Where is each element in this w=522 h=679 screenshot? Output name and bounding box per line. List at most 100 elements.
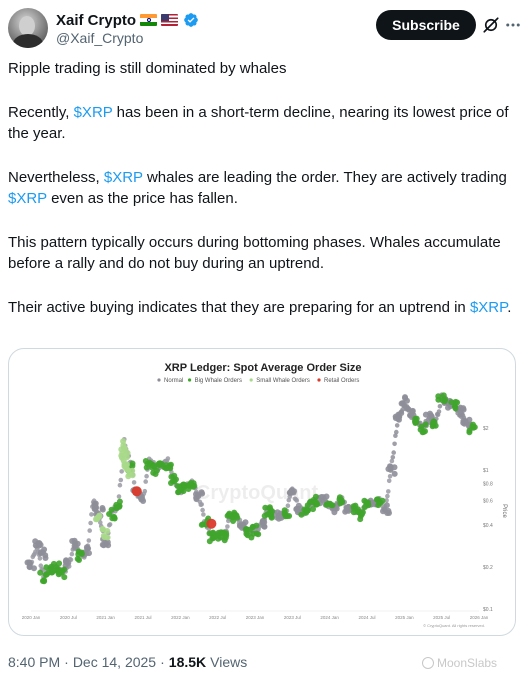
price-point <box>294 498 300 503</box>
data-point <box>37 569 44 576</box>
chart-image[interactable]: XRP Ledger: Spot Average Order Size Norm… <box>8 348 516 636</box>
data-point <box>261 512 268 519</box>
data-point <box>42 555 49 561</box>
price-point <box>116 494 122 499</box>
data-point <box>314 501 321 508</box>
data-point <box>61 574 68 581</box>
data-point <box>58 567 65 574</box>
grok-icon[interactable] <box>482 16 500 34</box>
data-point <box>111 514 118 521</box>
data-point <box>131 486 142 497</box>
data-point <box>357 516 364 523</box>
data-point <box>452 405 459 412</box>
data-point <box>63 557 70 564</box>
y-tick-label: $0.6 <box>483 499 493 505</box>
price-point <box>86 538 92 543</box>
data-point <box>470 421 476 428</box>
price-point <box>144 473 149 479</box>
tweet-paragraph: Recently, $XRP has been in a short-term … <box>8 102 514 145</box>
data-point <box>99 505 106 511</box>
more-options-icon[interactable] <box>504 16 522 34</box>
chart-title: XRP Ledger: Spot Average Order Size <box>164 362 361 374</box>
data-point <box>448 399 455 406</box>
data-point <box>180 481 187 488</box>
tweet-text-segment: even as the price has fallen. <box>46 190 238 207</box>
tweet-paragraph: This pattern typically occurs during bot… <box>8 232 514 275</box>
views-label: Views <box>210 654 248 670</box>
avatar-face <box>19 16 35 36</box>
price-point <box>142 488 148 494</box>
moonslabs-watermark: MoonSlabs <box>422 656 497 670</box>
display-name[interactable]: Xaif Crypto <box>56 12 136 29</box>
price-point <box>394 429 399 435</box>
legend-swatch <box>188 378 192 382</box>
x-tick-label: 2026 Jan <box>470 615 489 620</box>
data-point <box>396 416 402 423</box>
data-point <box>36 542 42 549</box>
data-point <box>99 541 106 548</box>
data-point <box>71 542 78 549</box>
user-handle[interactable]: @Xaif_Crypto <box>56 30 143 46</box>
data-point <box>381 506 388 513</box>
moonslabs-logo-icon <box>422 657 434 669</box>
tweet-text-segment: This pattern typically occurs during bot… <box>8 233 501 273</box>
price-point <box>69 551 75 557</box>
price-point <box>390 455 396 460</box>
cashtag-link[interactable]: $XRP <box>74 104 113 121</box>
price-point <box>391 450 397 455</box>
price-point <box>143 479 148 484</box>
x-tick-label: 2024 Jan <box>320 615 339 620</box>
legend-swatch <box>249 378 253 382</box>
price-point <box>89 512 94 517</box>
data-point <box>377 500 384 507</box>
data-point <box>206 518 217 529</box>
data-point <box>405 406 412 413</box>
data-point <box>152 471 159 477</box>
x-tick-label: 2023 Jan <box>246 615 265 620</box>
price-point <box>165 456 171 461</box>
price-point <box>386 478 392 484</box>
data-point <box>391 470 398 477</box>
price-point <box>387 474 393 479</box>
views-count: 18.5K <box>168 654 207 670</box>
subscribe-button[interactable]: Subscribe <box>376 10 476 40</box>
legend-item: Retail Orders <box>317 378 359 384</box>
cashtag-link[interactable]: $XRP <box>8 190 47 207</box>
data-point <box>104 534 111 541</box>
data-point <box>407 412 413 419</box>
tweet-paragraph: Their active buying indicates that they … <box>8 297 514 319</box>
price-point <box>88 520 93 526</box>
tweet-paragraph: Nevertheless, $XRP whales are leading th… <box>8 167 514 210</box>
data-point <box>404 397 410 404</box>
price-point <box>117 482 123 488</box>
post-date[interactable]: Dec 14, 2025 <box>73 654 156 670</box>
x-tick-label: 2022 Jan <box>171 615 190 620</box>
data-point <box>466 416 473 423</box>
legend-swatch <box>157 378 161 382</box>
price-point <box>119 469 124 474</box>
post-time[interactable]: 8:40 PM <box>8 654 60 670</box>
data-point <box>222 534 229 541</box>
tweet-text-segment: Recently, <box>8 103 74 121</box>
data-point <box>129 472 136 479</box>
data-point <box>312 493 319 500</box>
cashtag-link[interactable]: $XRP <box>470 299 507 316</box>
price-point <box>87 528 92 533</box>
data-point <box>343 507 350 514</box>
legend-item: Big Whale Orders <box>188 378 242 384</box>
data-point <box>412 415 419 422</box>
data-point <box>269 508 276 515</box>
y-tick-label: $1 <box>483 468 489 474</box>
price-point <box>392 441 397 447</box>
data-point <box>323 493 330 500</box>
avatar[interactable] <box>8 8 48 48</box>
y-tick-label: $0.2 <box>483 565 493 571</box>
cashtag-link[interactable]: $XRP <box>104 169 143 186</box>
data-point <box>253 530 260 537</box>
usa-flag-icon <box>161 14 179 26</box>
x-tick-label: 2025 Jul <box>433 615 450 620</box>
data-point <box>93 516 99 523</box>
chart-copyright: © CryptoQuant. All rights reserved. <box>423 623 485 628</box>
y-tick-label: $0.4 <box>483 523 493 529</box>
data-point <box>45 570 51 576</box>
